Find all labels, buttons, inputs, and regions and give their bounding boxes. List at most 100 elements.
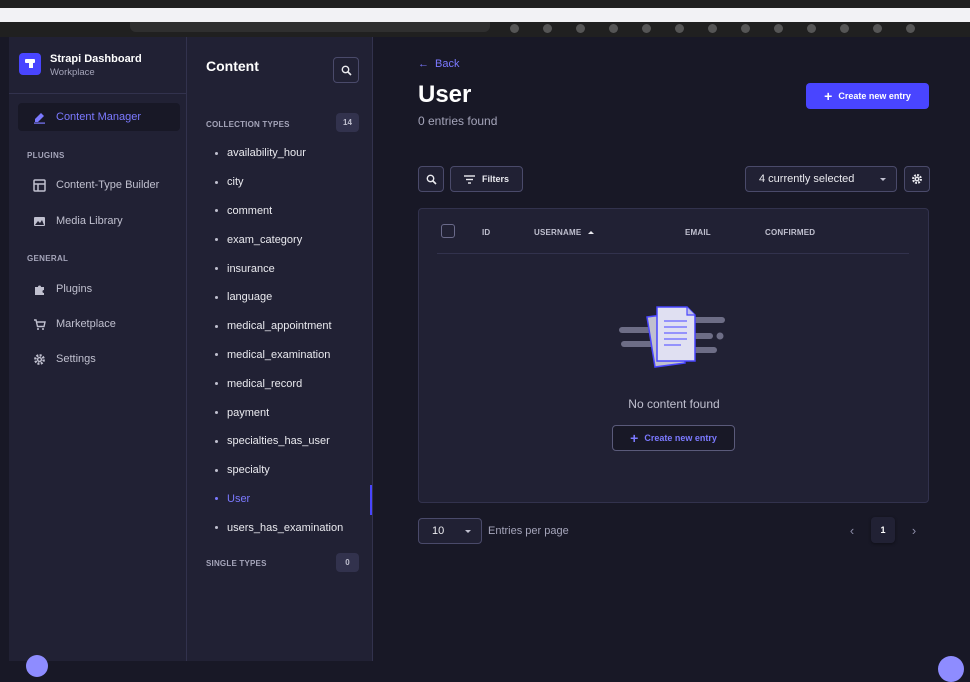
extension-icon[interactable]	[840, 24, 849, 33]
button-label: Create new entry	[644, 433, 717, 443]
item-label: users_has_examination	[227, 521, 344, 534]
nav-content-type-builder[interactable]: Content-Type Builder	[18, 171, 180, 199]
bullet-icon	[215, 324, 218, 328]
column-id[interactable]: ID	[482, 228, 490, 237]
nav-section-general: GENERAL	[27, 254, 69, 263]
item-label: city	[227, 176, 244, 189]
sort-ascending-icon	[588, 231, 595, 234]
item-label: specialties_has_user	[227, 435, 330, 448]
extension-icon[interactable]	[774, 24, 783, 33]
empty-create-entry-button[interactable]: + Create new entry	[612, 425, 735, 451]
filters-button[interactable]: Filters	[450, 166, 523, 192]
collection-type-item[interactable]: exam_category	[215, 225, 343, 254]
collection-types-heading[interactable]: COLLECTION TYPES	[206, 120, 290, 129]
layout-icon	[32, 178, 46, 192]
extension-icon[interactable]	[609, 24, 618, 33]
page-size-select[interactable]: 10	[418, 518, 482, 544]
extension-icon[interactable]	[510, 24, 519, 33]
subnav-search-button[interactable]	[333, 57, 359, 83]
bullet-icon	[215, 180, 218, 184]
extension-icon[interactable]	[543, 24, 552, 33]
select-all-checkbox[interactable]	[441, 224, 455, 238]
item-label: comment	[227, 204, 273, 217]
button-label: Create new entry	[838, 91, 911, 101]
pagination: ‹ 1 ›	[845, 517, 921, 543]
list-settings-button[interactable]	[904, 166, 930, 192]
extension-icon[interactable]	[807, 24, 816, 33]
plus-icon: +	[630, 430, 639, 446]
page-title: User	[418, 81, 472, 108]
column-label: USERNAME	[534, 228, 582, 237]
help-avatar[interactable]	[938, 656, 964, 682]
extension-icon[interactable]	[873, 24, 882, 33]
nav-settings[interactable]: Settings	[18, 345, 180, 373]
column-confirmed[interactable]: CONFIRMED	[765, 228, 815, 237]
item-label: availability_hour	[227, 147, 306, 160]
item-label: insurance	[227, 262, 275, 275]
page-button-current[interactable]: 1	[871, 517, 895, 543]
bullet-icon	[215, 238, 218, 242]
select-value: 10	[432, 525, 445, 537]
nav-plugins[interactable]: Plugins	[18, 275, 180, 303]
divider	[9, 93, 186, 94]
main-navigation: Strapi Dashboard Workplace Content Manag…	[9, 37, 187, 677]
puzzle-icon	[32, 283, 46, 296]
bullet-icon	[215, 295, 218, 299]
arrow-left-icon: ←	[418, 58, 429, 70]
previous-page-icon[interactable]: ‹	[845, 523, 859, 538]
collection-type-item[interactable]: specialty	[215, 456, 343, 485]
back-link[interactable]: ← Back	[418, 58, 459, 70]
collection-type-item[interactable]: specialties_has_user	[215, 427, 343, 456]
extension-icon[interactable]	[906, 24, 915, 33]
nav-media-library[interactable]: Media Library	[18, 207, 180, 235]
entries-table: ID USERNAME EMAIL CONFIRMED No content f…	[418, 208, 929, 503]
search-button[interactable]	[418, 166, 444, 192]
nav-label: Media Library	[56, 215, 123, 227]
nav-content-manager[interactable]: Content Manager	[18, 103, 180, 131]
collection-type-item[interactable]: comment	[215, 197, 343, 226]
extension-icon[interactable]	[576, 24, 585, 33]
item-label: medical_appointment	[227, 320, 332, 333]
browser-address-bar[interactable]	[130, 22, 490, 32]
column-email[interactable]: EMAIL	[685, 228, 711, 237]
collection-type-item[interactable]: insurance	[215, 254, 343, 283]
nav-label: Content Manager	[56, 111, 141, 123]
extension-icon[interactable]	[642, 24, 651, 33]
entries-count: 0 entries found	[418, 114, 498, 128]
nav-label: Plugins	[56, 283, 93, 295]
column-username[interactable]: USERNAME	[534, 228, 595, 237]
bullet-icon	[215, 439, 218, 443]
collection-type-item[interactable]: language	[215, 283, 343, 312]
single-types-heading[interactable]: SINGLE TYPES	[206, 559, 267, 568]
collection-type-item-active[interactable]: User	[215, 485, 343, 514]
item-label: specialty	[227, 464, 270, 477]
collection-type-item[interactable]: payment	[215, 398, 343, 427]
item-label: User	[227, 492, 251, 505]
collection-type-item[interactable]: city	[215, 168, 343, 197]
empty-state-message: No content found	[628, 397, 720, 411]
strapi-logo-icon	[19, 53, 41, 75]
user-avatar[interactable]	[26, 655, 48, 677]
brand-text: Strapi Dashboard Workplace	[50, 53, 142, 79]
item-label: medical_record	[227, 377, 303, 390]
collection-type-item[interactable]: availability_hour	[215, 139, 343, 168]
extension-icon[interactable]	[675, 24, 684, 33]
displayed-columns-select[interactable]: 4 currently selected	[745, 166, 897, 192]
nav-marketplace[interactable]: Marketplace	[18, 310, 180, 338]
extension-icon[interactable]	[708, 24, 717, 33]
collection-type-item[interactable]: medical_appointment	[215, 312, 343, 341]
extension-icon[interactable]	[741, 24, 750, 33]
bullet-icon	[215, 382, 218, 386]
workspace-brand[interactable]: Strapi Dashboard Workplace	[19, 53, 142, 79]
plus-icon: +	[824, 88, 833, 104]
feather-pen-icon	[32, 111, 46, 124]
create-new-entry-button[interactable]: + Create new entry	[806, 83, 929, 109]
collection-type-item[interactable]: medical_record	[215, 369, 343, 398]
collection-type-item[interactable]: medical_examination	[215, 341, 343, 370]
search-icon	[426, 174, 437, 185]
collection-type-item[interactable]: users_has_examination	[215, 513, 343, 542]
next-page-icon[interactable]: ›	[907, 523, 921, 538]
bullet-icon	[215, 209, 218, 213]
nav-section-plugins: PLUGINS	[27, 151, 65, 160]
nav-label: Settings	[56, 353, 96, 365]
